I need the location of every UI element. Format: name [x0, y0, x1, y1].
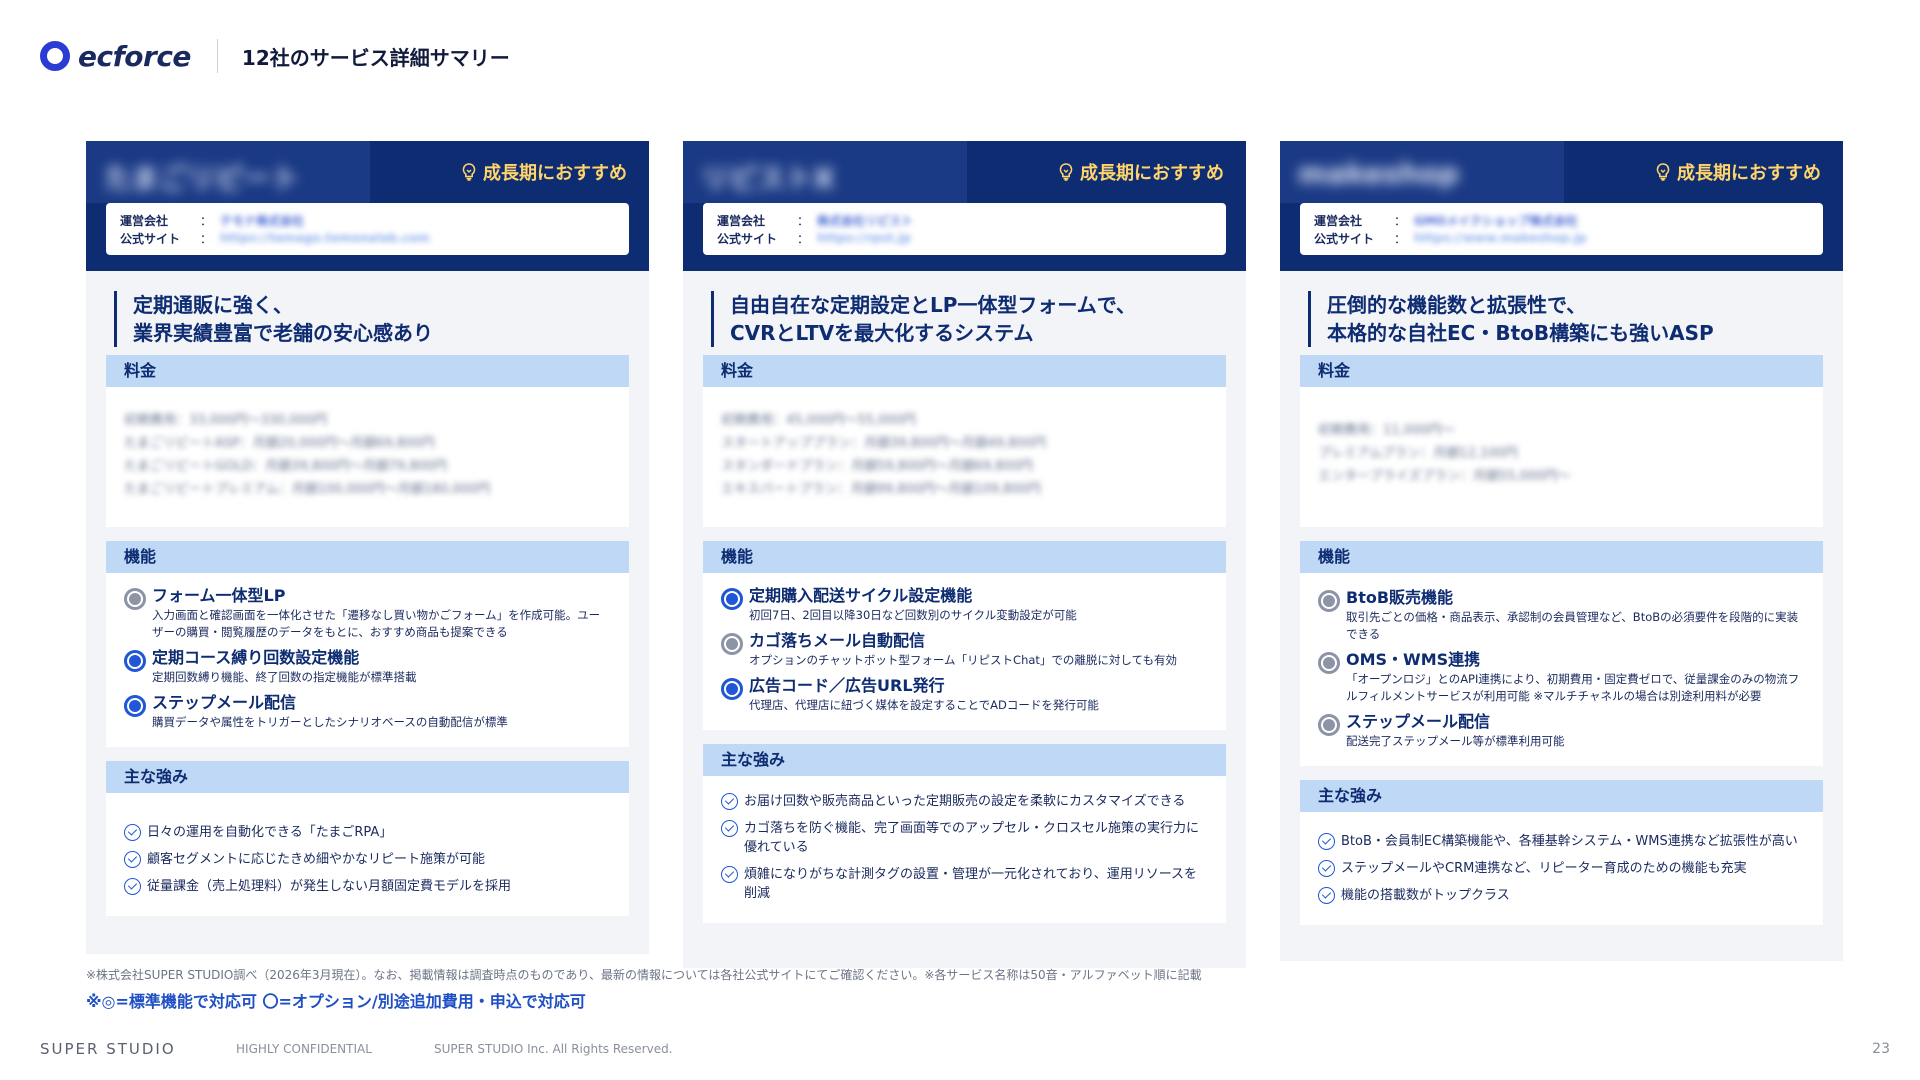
- option-feature-icon: [1318, 652, 1340, 674]
- strength-item: 日々の運用を自動化できる「たまごRPA」: [124, 823, 611, 842]
- check-circle-icon: [124, 878, 141, 895]
- card-header: makeshop 成長期におすすめ 運営会社： GMOメイクショップ株式会社 公式…: [1280, 141, 1843, 271]
- catch-copy: 自由自在な定期設定とLP一体型フォームで、 CVRとLTVを最大化するシステム: [711, 291, 1226, 347]
- price-section: 初期費用：33,000円〜330,000円 たまごリピートASP：月額20,00…: [106, 387, 629, 527]
- function-section-title: 機能: [1300, 541, 1823, 573]
- function-section: 定期購入配送サイクル設定機能 初回7日、2回目以降30日など回数別のサイクル変動設…: [703, 573, 1226, 730]
- page-title: 12社のサービス詳細サマリー: [241, 45, 510, 70]
- feature-item: ステップメール配信 配送完了ステップメール等が標準利用可能: [1318, 711, 1805, 750]
- recommend-badge: 成長期におすすめ: [1058, 159, 1224, 185]
- strength-section-title: 主な強み: [703, 744, 1226, 776]
- strength-item: ステップメールやCRM連携など、リピーター育成のための機能も充実: [1318, 859, 1805, 878]
- strength-item: BtoB・会員制EC構築機能や、各種基幹システム・WMS連携など拡張性が高い: [1318, 832, 1805, 851]
- official-site-link[interactable]: https://tamago.temonalab.com: [220, 231, 430, 245]
- feature-item: OMS・WMS連携 「オープンロジ」とのAPI連携により、初期費用・固定費ゼロで、…: [1318, 649, 1805, 705]
- strength-item: 従量課金（売上処理料）が発生しない月額固定費モデルを採用: [124, 877, 611, 896]
- feature-item: 定期購入配送サイクル設定機能 初回7日、2回目以降30日など回数別のサイクル変動設…: [721, 585, 1208, 624]
- service-card-2: リピストX 成長期におすすめ 運営会社：株式会社リピスト 公式サイト： https…: [683, 141, 1246, 968]
- service-card-1: たまごリピート 成長期におすすめ 運営会社：テモナ株式会社 公式サイト： http…: [86, 141, 649, 954]
- price-section-title: 料金: [106, 355, 629, 387]
- footer-confidential: HIGHLY CONFIDENTIAL: [236, 1042, 372, 1056]
- function-section-title: 機能: [703, 541, 1226, 573]
- standard-feature-icon: [124, 650, 146, 672]
- ecforce-logo: ecforce: [40, 40, 191, 73]
- page-header: ecforce 12社のサービス詳細サマリー: [40, 36, 510, 76]
- source-note: ※株式会社SUPER STUDIO調べ（2026年3月現在）。なお、掲載情報は調…: [86, 968, 1202, 982]
- function-section: BtoB販売機能 取引先ごとの価格・商品表示、承認制の会員管理など、BtoBの必須…: [1300, 573, 1823, 766]
- price-section-title: 料金: [703, 355, 1226, 387]
- company-info: 運営会社： GMOメイクショップ株式会社 公式サイト： https://www.ma…: [1300, 203, 1823, 255]
- lightbulb-icon: [462, 163, 476, 181]
- footer-copyright: SUPER STUDIO Inc. All Rights Reserved.: [434, 1042, 673, 1056]
- feature-item: 定期コース縛り回数設定機能 定期回数縛り機能、終了回数の指定機能が標準搭載: [124, 647, 611, 686]
- strength-section: BtoB・会員制EC構築機能や、各種基幹システム・WMS連携など拡張性が高い ス…: [1300, 812, 1823, 925]
- symbol-legend: ※◎=標準機能で対応可 〇=オプション/別途追加費用・申込で対応可: [86, 992, 586, 1011]
- service-name: たまごリピート: [86, 141, 370, 203]
- check-circle-icon: [721, 820, 738, 837]
- strength-section-title: 主な強み: [106, 761, 629, 793]
- standard-feature-icon: [721, 588, 743, 610]
- standard-feature-icon: [124, 695, 146, 717]
- strength-item: お届け回数や販売商品といった定期販売の設定を柔軟にカスタマイズできる: [721, 792, 1208, 811]
- strength-item: 煩雑になりがちな計測タグの設置・管理が一元化されており、運用リソースを削減: [721, 865, 1208, 903]
- official-site-link[interactable]: https://rpst.jp: [817, 231, 911, 245]
- card-header: リピストX 成長期におすすめ 運営会社：株式会社リピスト 公式サイト： https…: [683, 141, 1246, 271]
- strength-section: お届け回数や販売商品といった定期販売の設定を柔軟にカスタマイズできる カゴ落ちを…: [703, 776, 1226, 923]
- header-divider: [216, 39, 218, 73]
- strength-section-title: 主な強み: [1300, 780, 1823, 812]
- card-header: たまごリピート 成長期におすすめ 運営会社：テモナ株式会社 公式サイト： http…: [86, 141, 649, 271]
- strength-item: カゴ落ちを防ぐ機能、完了画面等でのアップセル・クロスセル施策の実行力に優れている: [721, 819, 1208, 857]
- recommend-badge: 成長期におすすめ: [461, 159, 627, 185]
- feature-item: フォーム一体型LP 入力画面と確認画面を一体化させた「遷移なし買い物かごフォーム」…: [124, 585, 611, 641]
- check-circle-icon: [124, 824, 141, 841]
- option-feature-icon: [1318, 590, 1340, 612]
- check-circle-icon: [1318, 887, 1335, 904]
- official-site-link[interactable]: https://www.makeshop.jp: [1414, 231, 1587, 245]
- catch-copy: 圧倒的な機能数と拡張性で、 本格的な自社EC・BtoB構築にも強いASP: [1308, 291, 1823, 347]
- check-circle-icon: [1318, 833, 1335, 850]
- check-circle-icon: [721, 866, 738, 883]
- strength-section: 日々の運用を自動化できる「たまごRPA」 顧客セグメントに応じたきめ細やかなリピ…: [106, 793, 629, 916]
- catch-copy: 定期通販に強く、 業界実績豊富で老舗の安心感あり: [114, 291, 629, 347]
- option-feature-icon: [124, 588, 146, 610]
- service-name: リピストX: [683, 141, 967, 203]
- price-section: 初期費用：11,000円〜 プレミアムプラン：月額12,100円 エンタープライ…: [1300, 387, 1823, 527]
- logo-mark-icon: [40, 41, 70, 71]
- page-footer: SUPER STUDIO HIGHLY CONFIDENTIAL SUPER S…: [40, 1040, 1890, 1058]
- lightbulb-icon: [1656, 163, 1670, 181]
- lightbulb-icon: [1059, 163, 1073, 181]
- company-info: 運営会社：株式会社リピスト 公式サイト： https://rpst.jp: [703, 203, 1226, 255]
- check-circle-icon: [124, 851, 141, 868]
- function-section-title: 機能: [106, 541, 629, 573]
- function-section: フォーム一体型LP 入力画面と確認画面を一体化させた「遷移なし買い物かごフォーム」…: [106, 573, 629, 747]
- strength-item: 機能の搭載数がトップクラス: [1318, 886, 1805, 905]
- page-number: 23: [1872, 1041, 1890, 1057]
- company-info: 運営会社：テモナ株式会社 公式サイト： https://tamago.temona…: [106, 203, 629, 255]
- check-circle-icon: [721, 793, 738, 810]
- recommend-badge: 成長期におすすめ: [1655, 159, 1821, 185]
- footer-brand: SUPER STUDIO: [40, 1040, 176, 1058]
- standard-feature-icon: [721, 678, 743, 700]
- option-feature-icon: [721, 633, 743, 655]
- strength-item: 顧客セグメントに応じたきめ細やかなリピート施策が可能: [124, 850, 611, 869]
- feature-item: 広告コード／広告URL発行 代理店、代理店に紐づく媒体を設定することでADコードを…: [721, 675, 1208, 714]
- option-feature-icon: [1318, 714, 1340, 736]
- price-section-title: 料金: [1300, 355, 1823, 387]
- feature-item: ステップメール配信 購買データや属性をトリガーとしたシナリオベースの自動配信が標準: [124, 692, 611, 731]
- check-circle-icon: [1318, 860, 1335, 877]
- logo-text: ecforce: [78, 39, 191, 73]
- operator-value: 株式会社リピスト: [817, 213, 914, 228]
- feature-item: BtoB販売機能 取引先ごとの価格・商品表示、承認制の会員管理など、BtoBの必須…: [1318, 587, 1805, 643]
- operator-value: GMOメイクショップ株式会社: [1414, 213, 1578, 228]
- service-card-3: makeshop 成長期におすすめ 運営会社： GMOメイクショップ株式会社 公式…: [1280, 141, 1843, 961]
- service-name: makeshop: [1280, 141, 1564, 203]
- feature-item: カゴ落ちメール自動配信 オプションのチャットボット型フォーム「リピストChat」で…: [721, 630, 1208, 669]
- price-section: 初期費用：45,000円〜55,000円 スタートアッププラン：月額39,800…: [703, 387, 1226, 527]
- operator-value: テモナ株式会社: [220, 213, 305, 228]
